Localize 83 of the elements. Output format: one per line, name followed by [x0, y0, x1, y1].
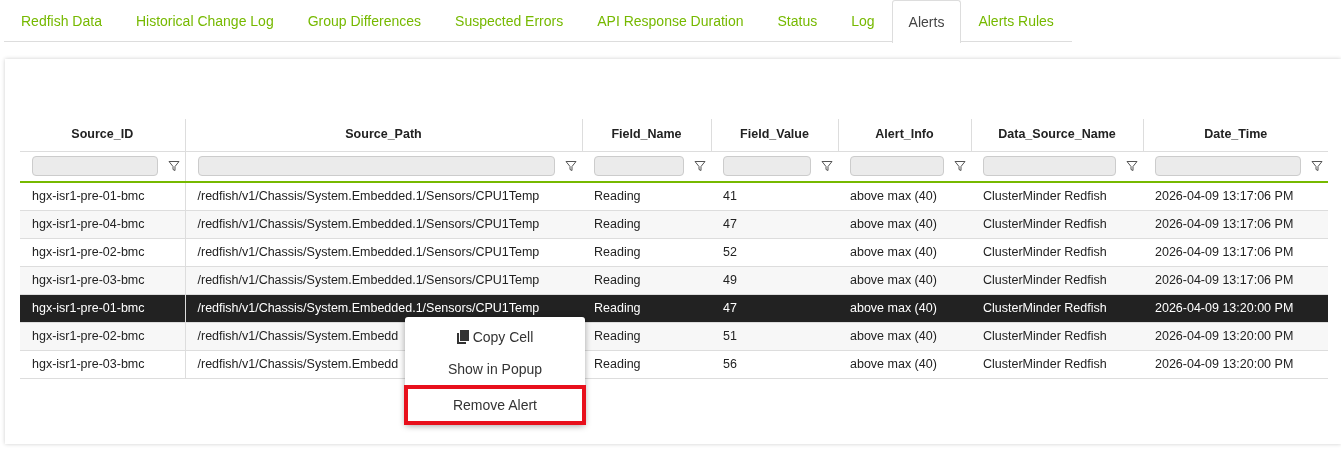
table-cell: /redfish/v1/Chassis/System.Embedded.1/Sensors/CPU1Temp — [197, 188, 540, 203]
tab[interactable]: API Response Duration — [580, 0, 761, 41]
tab[interactable]: Alerts — [891, 0, 962, 43]
table-cell: /redfish/v1/Chassis/System.Embedded.1/Sensors/CPU1Temp — [197, 244, 540, 259]
table-cell: 2026-04-09 13:17:06 PM — [1155, 244, 1294, 259]
filter-field[interactable] — [723, 156, 811, 177]
table-cell: above max (40) — [850, 356, 937, 371]
table-cell: Reading — [594, 300, 641, 315]
table-cell: Reading — [594, 272, 641, 287]
filter-icon[interactable] — [954, 160, 966, 173]
table-cell: /redfish/v1/Chassis/System.Embedded.1/Sensors/CPU1Temp — [197, 216, 540, 231]
table-cell: above max (40) — [850, 272, 937, 287]
tab[interactable]: Suspected Errors — [438, 0, 581, 41]
table-cell: hgx-isr1-pre-02-bmc — [32, 244, 145, 259]
tab[interactable]: Group Differences — [290, 0, 439, 41]
filter-field[interactable] — [32, 156, 158, 177]
table-cell: 2026-04-09 13:20:00 PM — [1155, 300, 1294, 315]
column-header: Field_Value — [740, 127, 809, 142]
table-cell: hgx-isr1-pre-03-bmc — [32, 356, 145, 371]
table-cell: 47 — [723, 216, 737, 231]
table-cell: above max (40) — [850, 328, 937, 343]
table-cell: above max (40) — [850, 244, 937, 259]
table-cell: above max (40) — [850, 216, 937, 231]
filter-field[interactable] — [594, 156, 684, 177]
column-header: Field_Name — [611, 127, 682, 142]
tab[interactable]: Alerts Rules — [961, 0, 1071, 41]
copy-icon — [456, 330, 469, 344]
table-cell: Reading — [594, 356, 641, 371]
table-cell: ClusterMinder Redfish — [983, 244, 1107, 259]
column-header: Source_ID — [71, 127, 134, 142]
menu-item[interactable]: Remove Alert — [404, 385, 586, 425]
table-cell: ClusterMinder Redfish — [983, 328, 1107, 343]
table-cell: ClusterMinder Redfish — [983, 272, 1107, 287]
table-cell: 2026-04-09 13:20:00 PM — [1155, 356, 1294, 371]
table-cell: Reading — [594, 328, 641, 343]
table-cell: /redfish/v1/Chassis/System.Embedd — [197, 356, 399, 371]
table-cell: hgx-isr1-pre-01-bmc — [32, 188, 145, 203]
table-cell: ClusterMinder Redfish — [983, 300, 1107, 315]
table-cell: 49 — [723, 272, 737, 287]
menu-item[interactable]: Show in Popup — [405, 353, 585, 385]
table-cell: hgx-isr1-pre-02-bmc — [32, 328, 145, 343]
filter-icon[interactable] — [694, 160, 706, 173]
table-cell: 56 — [723, 356, 737, 371]
filter-icon[interactable] — [167, 160, 180, 173]
table-cell: hgx-isr1-pre-03-bmc — [32, 272, 145, 287]
column-header: Data_Source_Name — [998, 127, 1116, 142]
filter-field[interactable] — [1155, 156, 1301, 177]
table-cell: ClusterMinder Redfish — [983, 216, 1107, 231]
table-cell: 2026-04-09 13:17:06 PM — [1155, 216, 1294, 231]
table-cell: 41 — [723, 188, 737, 203]
table-cell: hgx-isr1-pre-04-bmc — [32, 216, 145, 231]
tab[interactable]: Redfish Data — [4, 0, 119, 41]
table-cell: /redfish/v1/Chassis/System.Embedded.1/Sensors/CPU1Temp — [197, 272, 540, 287]
table-cell: 2026-04-09 13:17:06 PM — [1155, 272, 1294, 287]
table-cell: above max (40) — [850, 188, 937, 203]
table-cell: Reading — [594, 188, 641, 203]
menu-item[interactable]: Copy Cell — [405, 321, 585, 353]
filter-icon[interactable] — [565, 160, 577, 173]
table-cell: /redfish/v1/Chassis/System.Embedd — [197, 328, 399, 343]
table-cell: 52 — [723, 244, 737, 259]
table-cell: 2026-04-09 13:20:00 PM — [1155, 328, 1294, 343]
table-cell: hgx-isr1-pre-01-bmc — [32, 300, 145, 315]
table-cell: /redfish/v1/Chassis/System.Embedded.1/Sensors/CPU1Temp — [197, 300, 540, 315]
tab[interactable]: Historical Change Log — [118, 0, 291, 41]
filter-icon[interactable] — [821, 160, 833, 173]
filter-icon[interactable] — [1126, 160, 1138, 173]
table-cell: Reading — [594, 244, 641, 259]
table-cell: Reading — [594, 216, 641, 231]
table-cell: 51 — [723, 328, 737, 343]
column-header: Date_Time — [1204, 127, 1268, 142]
table-cell: ClusterMinder Redfish — [983, 356, 1107, 371]
column-header: Source_Path — [345, 127, 422, 142]
column-header: Alert_Info — [875, 127, 934, 142]
tab[interactable]: Status — [760, 0, 835, 41]
filter-field[interactable] — [850, 156, 944, 177]
filter-field[interactable] — [197, 156, 555, 177]
table-cell: ClusterMinder Redfish — [983, 188, 1107, 203]
table-cell: above max (40) — [850, 300, 937, 315]
filter-icon[interactable] — [1311, 160, 1323, 173]
filter-field[interactable] — [983, 156, 1116, 177]
tab[interactable]: Log — [834, 0, 892, 41]
table-cell: 2026-04-09 13:17:06 PM — [1155, 188, 1294, 203]
table-cell: 47 — [723, 300, 737, 315]
